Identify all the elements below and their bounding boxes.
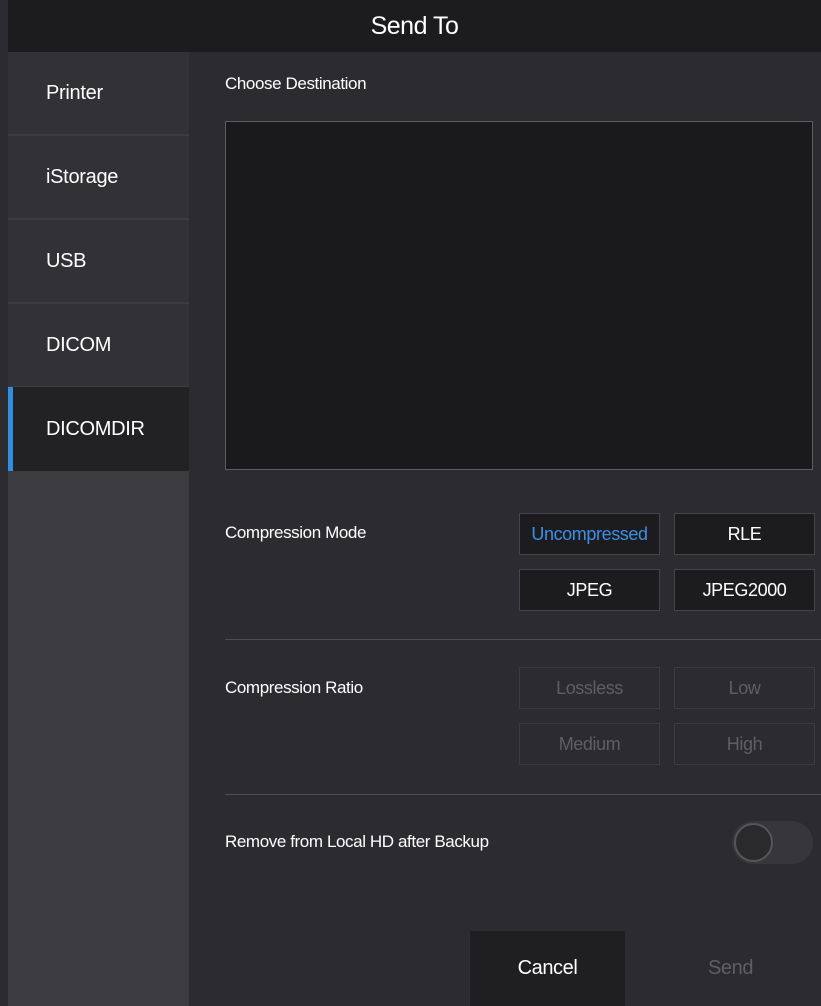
choose-destination-label: Choose Destination <box>225 74 367 93</box>
rle-button[interactable]: RLE <box>674 513 815 555</box>
sidebar-item-istorage[interactable]: iStorage <box>8 136 189 218</box>
remove-local-toggle[interactable] <box>732 821 813 864</box>
sidebar-item-label: iStorage <box>46 165 119 188</box>
sidebar-item-printer[interactable]: Printer <box>8 52 189 134</box>
sidebar-item-dicom[interactable]: DICOM <box>8 304 189 386</box>
section-divider <box>225 639 821 640</box>
jpeg-button[interactable]: JPEG <box>519 569 660 611</box>
sidebar-empty-area <box>8 471 189 1006</box>
destination-list[interactable] <box>225 121 813 470</box>
compression-ratio-label: Compression Ratio <box>225 678 363 697</box>
dialog-title-bar: Send To <box>8 0 821 52</box>
send-button[interactable]: Send <box>653 931 808 1006</box>
sidebar-item-label: Printer <box>46 81 103 104</box>
main-panel: Choose Destination Compression Mode Unco… <box>189 52 821 1006</box>
active-indicator <box>8 387 13 471</box>
jpeg2000-button[interactable]: JPEG2000 <box>674 569 815 611</box>
toggle-knob <box>734 823 773 862</box>
remove-local-label: Remove from Local HD after Backup <box>225 832 489 851</box>
cancel-button[interactable]: Cancel <box>470 931 625 1006</box>
dialog-title: Send To <box>370 11 459 40</box>
compression-mode-label: Compression Mode <box>225 523 366 542</box>
sidebar-item-label: DICOMDIR <box>46 417 145 440</box>
lossless-button[interactable]: Lossless <box>519 667 660 709</box>
low-button[interactable]: Low <box>674 667 815 709</box>
high-button[interactable]: High <box>674 723 815 765</box>
medium-button[interactable]: Medium <box>519 723 660 765</box>
uncompressed-button[interactable]: Uncompressed <box>519 513 660 555</box>
sidebar-item-label: USB <box>46 249 87 272</box>
section-divider <box>225 794 821 795</box>
sidebar-item-label: DICOM <box>46 333 112 356</box>
sidebar-item-usb[interactable]: USB <box>8 220 189 302</box>
sidebar-item-dicomdir[interactable]: DICOMDIR <box>8 387 189 471</box>
sidebar: Printer iStorage USB DICOM DICOMDIR <box>8 52 189 1006</box>
